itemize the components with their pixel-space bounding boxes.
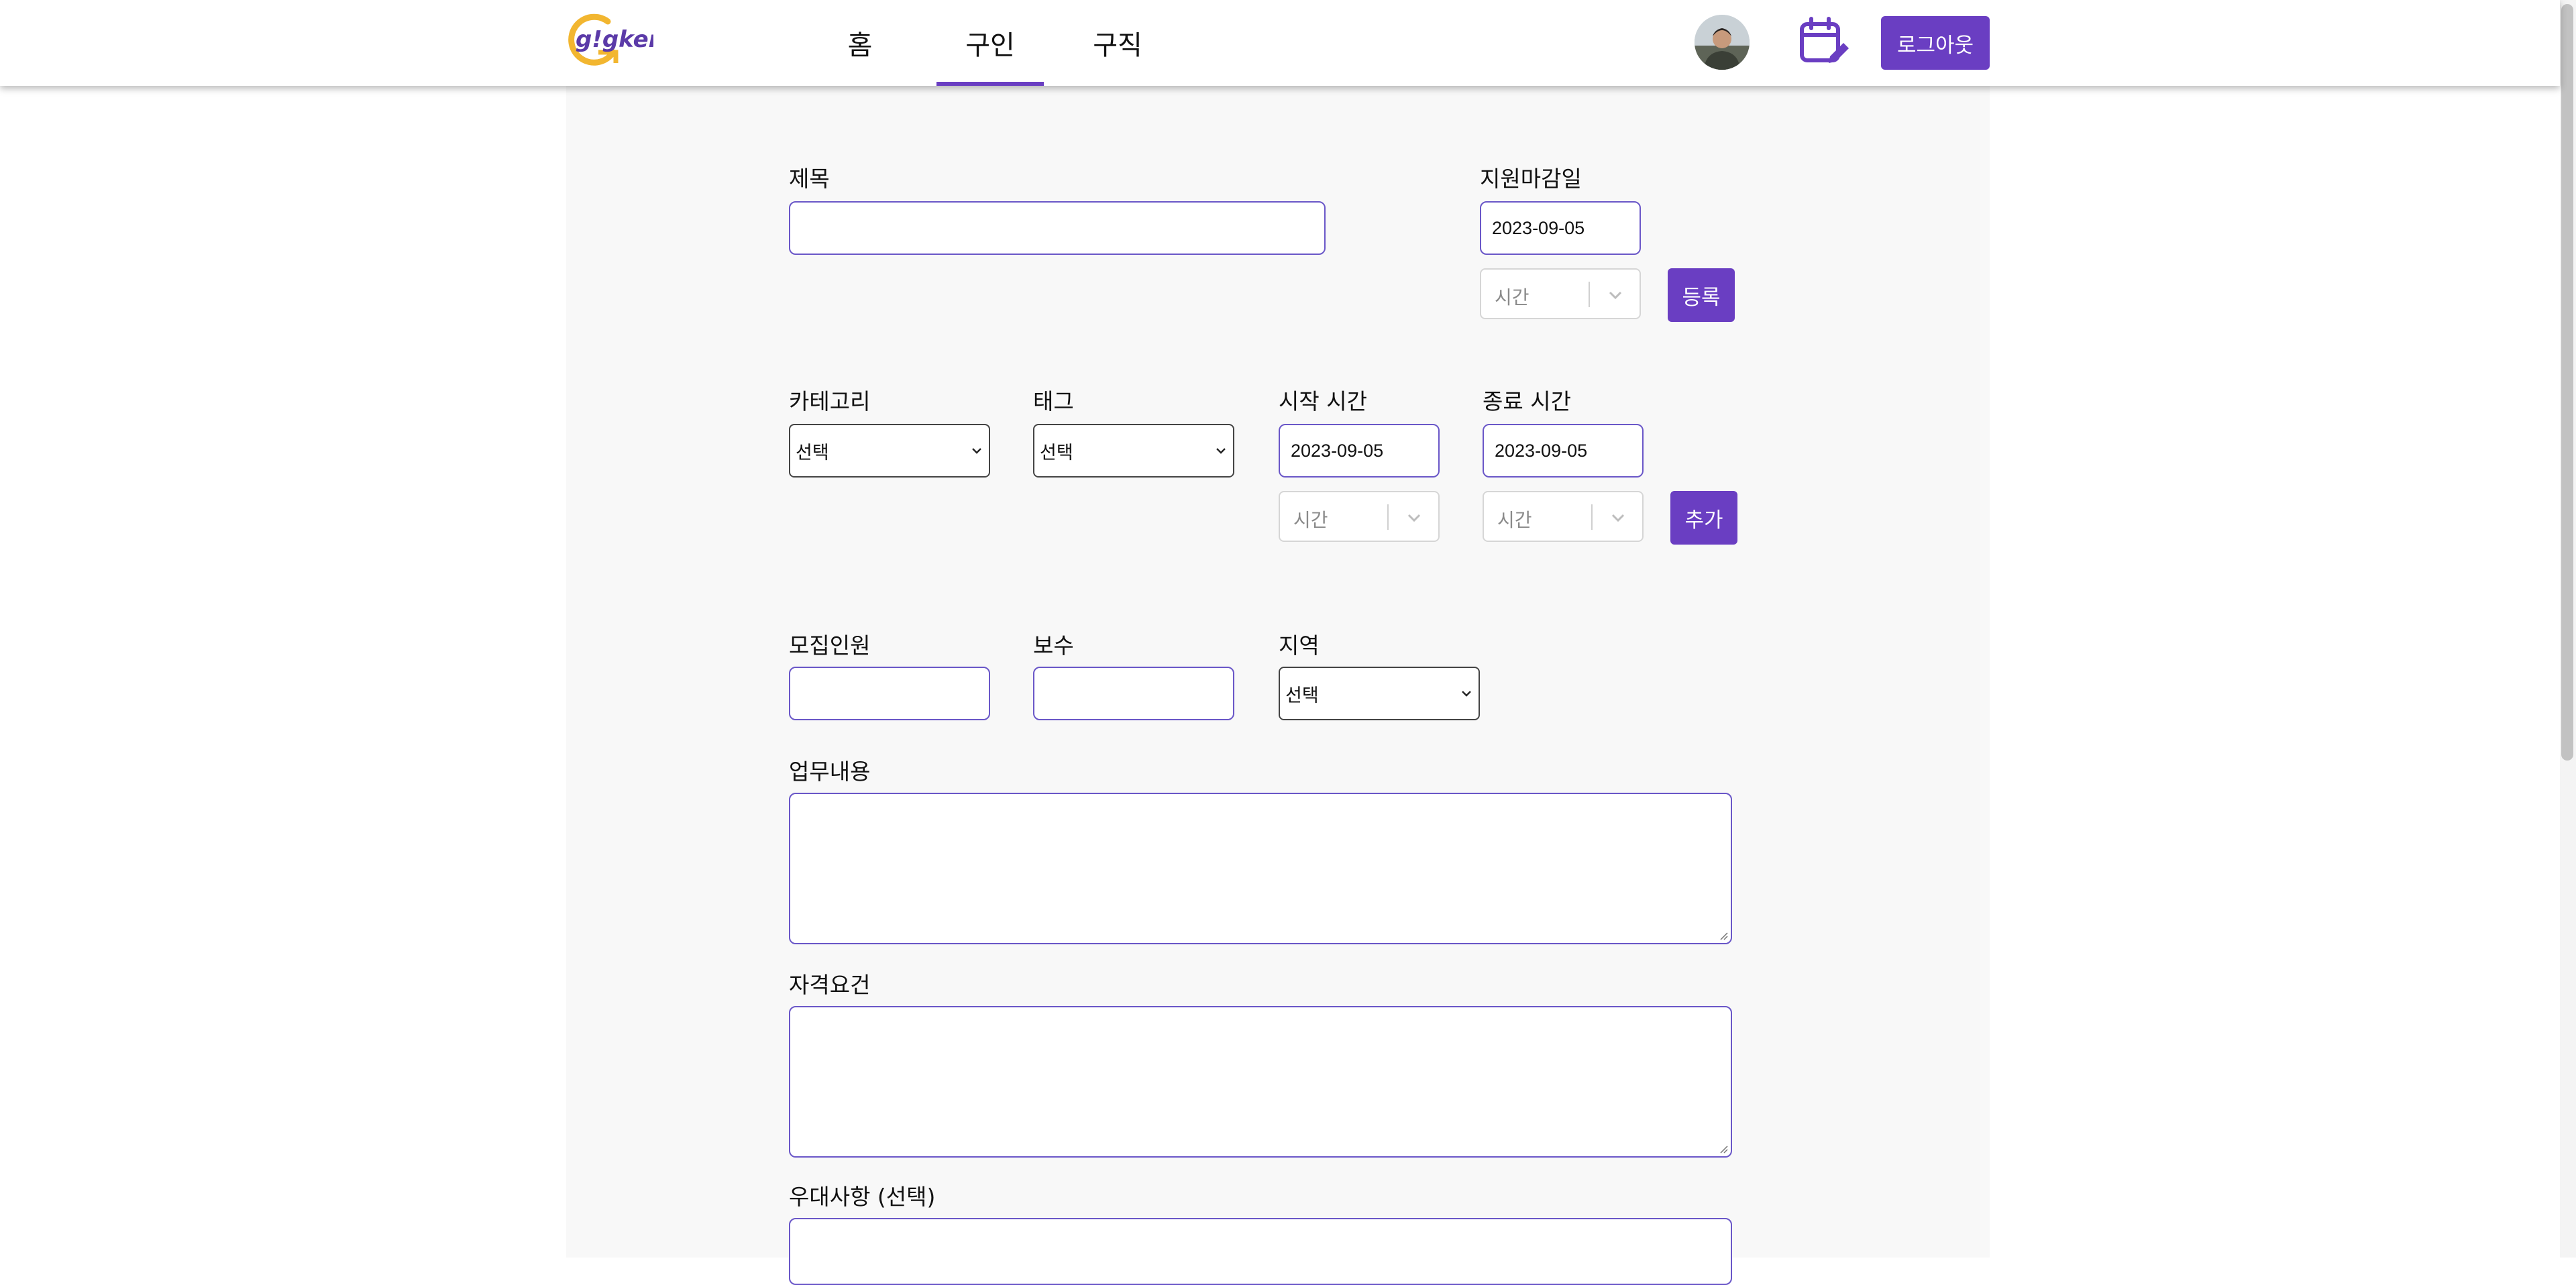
nav-tab-home[interactable]: 홈 — [832, 0, 888, 86]
tag-select[interactable]: 선택 — [1033, 424, 1234, 478]
svg-text:g!gker: g!gker — [576, 26, 653, 53]
select-divider — [1387, 504, 1389, 530]
time-placeholder: 시간 — [1495, 286, 1529, 309]
logout-button[interactable]: 로그아웃 — [1881, 16, 1990, 70]
category-label: 카테고리 — [789, 388, 871, 414]
chevron-down-icon — [1462, 691, 1471, 697]
job-post-form: 제목 지원마감일 2023-09-05 시간 등록 카테고리 선택 태그 선택 … — [566, 86, 1990, 1285]
start-time-label: 시작 시간 — [1279, 388, 1367, 414]
deadline-date-input[interactable]: 2023-09-05 — [1480, 201, 1641, 255]
end-time-label: 종료 시간 — [1483, 388, 1571, 414]
job-description-label: 업무내용 — [789, 759, 871, 785]
register-button[interactable]: 등록 — [1668, 268, 1735, 322]
active-tab-indicator — [936, 82, 1044, 86]
resize-handle-icon[interactable] — [1717, 1143, 1728, 1154]
deadline-time-select[interactable]: 시간 — [1480, 268, 1641, 319]
qualifications-label: 자격요건 — [789, 972, 871, 998]
time-placeholder: 시간 — [1497, 509, 1532, 531]
select-value: 선택 — [796, 442, 829, 463]
chevron-down-icon — [1611, 514, 1625, 522]
nav-tab-label: 홈 — [847, 30, 873, 61]
tag-label: 태그 — [1033, 388, 1074, 414]
scrollbar-thumb[interactable] — [2561, 4, 2573, 761]
select-divider — [1589, 282, 1590, 307]
end-date-input[interactable]: 2023-09-05 — [1483, 424, 1644, 478]
deadline-label: 지원마감일 — [1480, 166, 1582, 192]
resize-handle-icon[interactable] — [1717, 930, 1728, 940]
title-label: 제목 — [789, 166, 830, 192]
headcount-input[interactable] — [789, 667, 990, 720]
title-input[interactable] — [789, 201, 1326, 255]
job-description-textarea[interactable] — [789, 793, 1732, 944]
end-time-select[interactable]: 시간 — [1483, 491, 1644, 542]
avatar[interactable] — [1695, 15, 1750, 70]
headcount-label: 모집인원 — [789, 632, 871, 659]
select-divider — [1591, 504, 1593, 530]
top-header: g!gker 홈 구인 구직 로그아웃 — [0, 0, 2560, 86]
select-value: 선택 — [1040, 442, 1073, 463]
chevron-down-icon — [1407, 514, 1421, 522]
calendar-edit-icon[interactable] — [1795, 13, 1851, 70]
pay-label: 보수 — [1033, 632, 1074, 659]
preferred-textarea[interactable] — [789, 1218, 1732, 1285]
select-value: 선택 — [1285, 685, 1319, 706]
add-button[interactable]: 추가 — [1670, 491, 1737, 545]
nav-tab-hire[interactable]: 구인 — [936, 0, 1044, 86]
category-select[interactable]: 선택 — [789, 424, 990, 478]
nav-tab-label: 구인 — [965, 30, 1015, 61]
chevron-down-icon — [972, 448, 981, 454]
chevron-down-icon — [1216, 448, 1226, 454]
start-time-select[interactable]: 시간 — [1279, 491, 1440, 542]
nav-tab-label: 구직 — [1093, 30, 1142, 61]
preferred-label: 우대사항 (선택) — [789, 1184, 936, 1210]
start-date-input[interactable]: 2023-09-05 — [1279, 424, 1440, 478]
chevron-down-icon — [1609, 291, 1622, 300]
nav-tab-job-search[interactable]: 구직 — [1071, 0, 1165, 86]
time-placeholder: 시간 — [1293, 509, 1328, 531]
gigker-logo[interactable]: g!gker — [566, 13, 661, 71]
pay-input[interactable] — [1033, 667, 1234, 720]
region-label: 지역 — [1279, 632, 1320, 659]
region-select[interactable]: 선택 — [1279, 667, 1480, 720]
qualifications-textarea[interactable] — [789, 1006, 1732, 1158]
